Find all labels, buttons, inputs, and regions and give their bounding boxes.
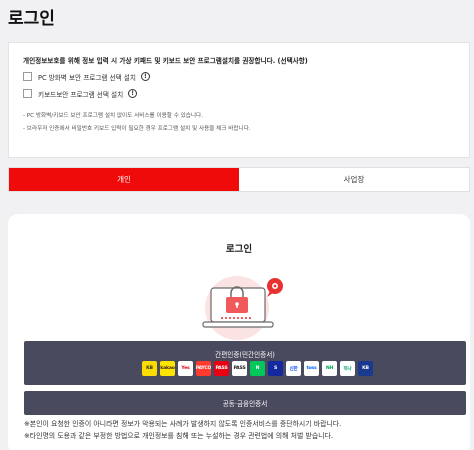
auth-provider-list: KB kakao Yes PAYCO PASS PASS N S 신한 toss…	[142, 361, 373, 376]
provider-pass-red-icon[interactable]: PASS	[214, 361, 229, 376]
user-type-tabs: 개인 사업장	[8, 167, 470, 192]
warning-line: ※본인이 요청한 인증이 아니라면 정보가 악용되는 사례가 발생하지 않도록 …	[24, 420, 342, 428]
firewall-option-label: PC 방화벽 보안 프로그램 선택 설치	[38, 73, 136, 82]
option-keyboard-security[interactable]: 키보드보안 프로그램 선택 설치 !	[23, 88, 455, 99]
provider-samsung-icon[interactable]: S	[268, 361, 283, 376]
notice-bullet: - PC 방화벽/키보드 보안 프로그램 설치 없이도 서비스를 이용할 수 있…	[23, 113, 203, 119]
provider-hana-icon[interactable]: 하나	[340, 361, 355, 376]
tab-individual[interactable]: 개인	[9, 168, 239, 191]
firewall-checkbox[interactable]	[23, 72, 32, 81]
page-title: 로그인	[8, 9, 55, 29]
provider-naver-icon[interactable]: N	[250, 361, 265, 376]
option-firewall[interactable]: PC 방화벽 보안 프로그램 선택 설치 !	[23, 71, 455, 82]
provider-kb-bank-icon[interactable]: KB	[358, 361, 373, 376]
provider-pass-white-icon[interactable]: PASS	[232, 361, 247, 376]
login-heading: 로그인	[225, 244, 253, 255]
provider-kb-icon[interactable]: KB	[142, 361, 157, 376]
notice-headline: 개인정보보호를 위해 정보 입력 시 가상 키패드 및 키보드 보안 프로그램설…	[23, 57, 308, 65]
keyboard-security-option-label: 키보드보안 프로그램 선택 설치	[38, 90, 124, 99]
notice-bullets: - PC 방화벽/키보드 보안 프로그램 설치 없이도 서비스를 이용할 수 있…	[23, 111, 455, 132]
tab-business[interactable]: 사업장	[239, 168, 469, 191]
keyboard-security-checkbox[interactable]	[23, 89, 32, 98]
notice-bullet: - 브라우저 인증에서 비밀번호 키보드 입력이 필요한 경우 프로그램 설치 …	[23, 126, 251, 132]
provider-kakao-icon[interactable]: kakao	[160, 361, 175, 376]
simple-auth-label: 간편인증(민간인증서)	[215, 351, 275, 359]
warning-line: ※타인명의 도용과 같은 부정한 방법으로 개인정보를 침해 또는 누설하는 경…	[24, 432, 334, 440]
laptop-lock-icon	[202, 276, 283, 340]
provider-nh-icon[interactable]: NH	[322, 361, 337, 376]
joint-financial-cert-button[interactable]: 공동·금융인증서	[24, 391, 466, 415]
provider-yes-icon[interactable]: Yes	[178, 361, 193, 376]
info-circle-icon[interactable]: !	[140, 72, 150, 81]
warning-notes: ※본인이 요청한 인증이 아니라면 정보가 악용되는 사례가 발생하지 않도록 …	[24, 418, 341, 442]
provider-payco-icon[interactable]: PAYCO	[196, 361, 211, 376]
security-notice-panel: 개인정보보호를 위해 정보 입력 시 가상 키패드 및 키보드 보안 프로그램설…	[8, 42, 470, 158]
provider-toss-icon[interactable]: toss	[304, 361, 319, 376]
simple-auth-button[interactable]: 간편인증(민간인증서) KB kakao Yes PAYCO PASS PASS…	[24, 341, 466, 385]
login-card: 로그인 간편인증(민간인증서) KB kakao Yes PAYCO PASS …	[8, 214, 470, 450]
info-circle-icon[interactable]: !	[128, 89, 138, 98]
provider-shinhan-icon[interactable]: 신한	[286, 361, 301, 376]
cert-auth-label: 공동·금융인증서	[222, 400, 268, 408]
